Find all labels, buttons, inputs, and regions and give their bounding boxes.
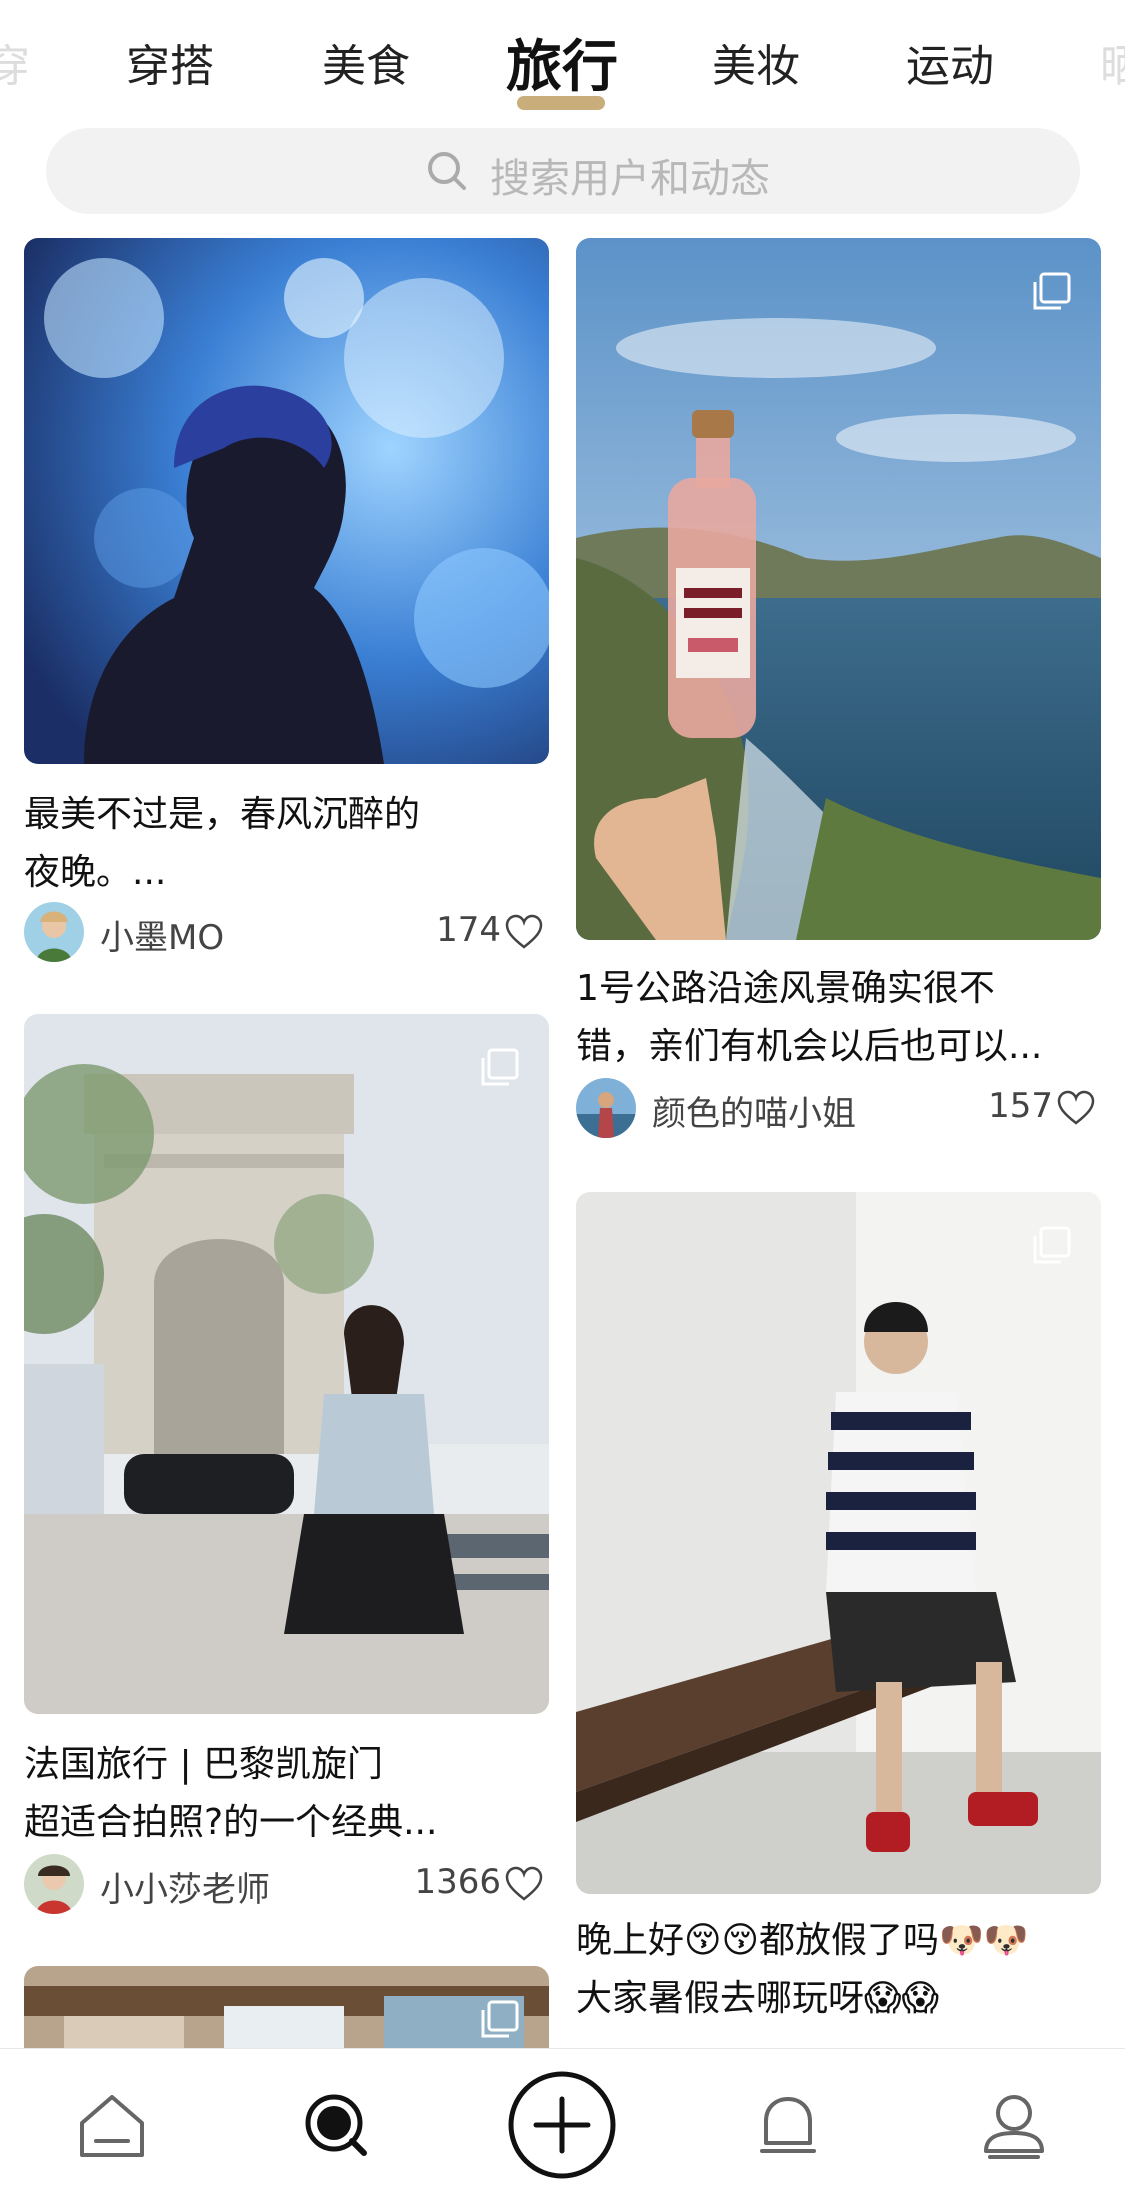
plus-icon[interactable] <box>506 2069 618 2181</box>
post-meta: 小墨MO 174 <box>24 902 549 962</box>
discover-icon[interactable] <box>296 2085 376 2165</box>
post-title-line: 1号公路沿途风景确实很不 <box>576 968 995 1009</box>
like-count: 157 <box>988 1086 1053 1126</box>
category-tabs: 穿 穿搭 美食 旅行 美妆 运动 晒 <box>0 0 1125 120</box>
heart-icon[interactable] <box>1057 1090 1095 1126</box>
post-title: 最美不过是，春风沉醉的 夜晚。... <box>24 786 549 902</box>
like-count: 174 <box>436 910 501 950</box>
avatar[interactable] <box>24 902 84 962</box>
tab-partial-right[interactable]: 晒 <box>1100 30 1125 94</box>
heart-icon[interactable] <box>505 914 543 950</box>
post-title: 1号公路沿途风景确实很不 错，亲们有机会以后也可以... <box>576 960 1101 1076</box>
post-title-line: 最美不过是，春风沉醉的 <box>24 794 421 835</box>
active-tab-indicator <box>517 96 605 110</box>
author-name[interactable]: 小墨MO <box>100 910 224 959</box>
author-name[interactable]: 小小莎老师 <box>100 1862 270 1911</box>
feed-grid: 最美不过是，春风沉醉的 夜晚。... 小墨MO 174 法国旅行 | 巴黎凯旋门… <box>0 238 1125 2048</box>
post-title-line: 大家暑假去哪玩呀😱😱 <box>576 1978 940 2019</box>
tab-makeup[interactable]: 美妆 <box>712 30 800 94</box>
post-title: 法国旅行 | 巴黎凯旋门 超适合拍照?的一个经典... <box>24 1736 549 1852</box>
post-meta: 小小莎老师 1366 <box>24 1854 549 1914</box>
bottom-navigation <box>0 2048 1125 2207</box>
profile-icon[interactable] <box>974 2085 1054 2165</box>
notification-bell-icon[interactable] <box>748 2085 828 2165</box>
post-image[interactable] <box>576 238 1101 940</box>
search-placeholder: 搜索用户和动态 <box>490 156 770 202</box>
avatar[interactable] <box>24 1854 84 1914</box>
post-title-line: 错，亲们有机会以后也可以... <box>576 1026 1043 1067</box>
post-title-line: 晚上好😚😚都放假了吗🐶🐶 <box>576 1920 1029 1961</box>
tab-partial-left[interactable]: 穿 <box>0 30 30 94</box>
tab-travel[interactable]: 旅行 <box>506 22 618 103</box>
tab-food[interactable]: 美食 <box>322 30 410 94</box>
like-count: 1366 <box>414 1862 501 1902</box>
post-meta: 颜色的喵小姐 157 <box>576 1078 1101 1138</box>
post-image[interactable] <box>24 1966 549 2048</box>
post-image[interactable] <box>576 1192 1101 1894</box>
home-icon[interactable] <box>72 2085 152 2165</box>
search-bar[interactable]: 搜索用户和动态 <box>46 128 1080 214</box>
author-name[interactable]: 颜色的喵小姐 <box>652 1086 856 1135</box>
post-title-line: 夜晚。... <box>24 852 167 893</box>
post-image[interactable] <box>24 238 549 764</box>
post-title-line: 超适合拍照?的一个经典... <box>24 1802 438 1843</box>
multi-image-icon <box>1033 1226 1071 1264</box>
multi-image-icon <box>481 1048 519 1086</box>
tab-sports[interactable]: 运动 <box>906 30 994 94</box>
avatar[interactable] <box>576 1078 636 1138</box>
multi-image-icon <box>1033 272 1071 310</box>
post-title: 晚上好😚😚都放假了吗🐶🐶 大家暑假去哪玩呀😱😱 <box>576 1912 1101 2028</box>
tab-outfits[interactable]: 穿搭 <box>126 30 214 94</box>
search-icon <box>428 152 466 190</box>
heart-icon[interactable] <box>505 1866 543 1902</box>
post-image[interactable] <box>24 1014 549 1714</box>
multi-image-icon <box>481 2000 519 2038</box>
post-title-line: 法国旅行 | 巴黎凯旋门 <box>24 1744 384 1785</box>
